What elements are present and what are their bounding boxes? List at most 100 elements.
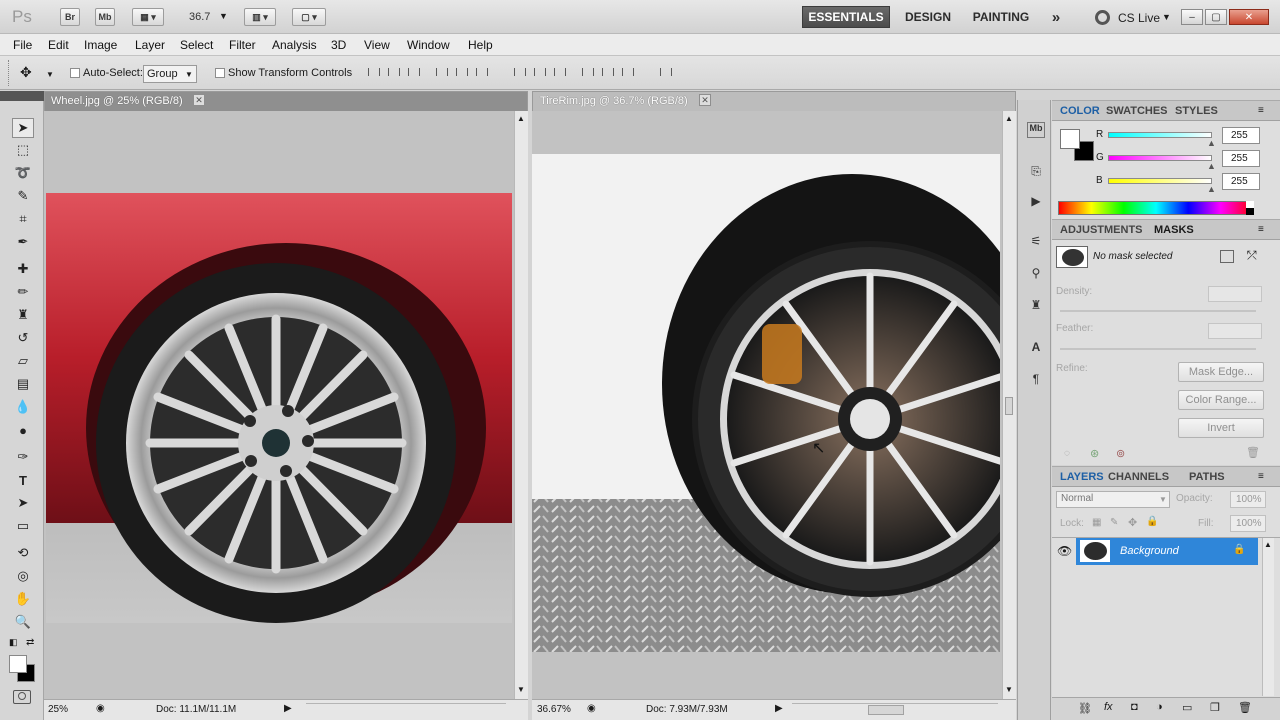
align-left-icon[interactable] [434,65,450,79]
minibridge-panel-icon[interactable]: Mb [1027,122,1045,138]
distribute-left-icon[interactable] [580,65,596,79]
lasso-tool-icon[interactable]: ➰ [12,163,34,183]
more-workspaces-icon[interactable]: » [1044,6,1068,28]
shape-tool-icon[interactable]: ▭ [12,516,34,536]
ramp-white[interactable] [1246,201,1254,208]
channel-b-slider[interactable] [1108,178,1212,184]
slider-handle-icon[interactable]: ▲ [1207,161,1216,171]
density-field[interactable] [1208,286,1262,302]
menu-edit[interactable]: Edit [48,38,69,52]
panel-menu-icon[interactable]: ≡ [1258,224,1264,235]
pen-tool-icon[interactable]: ✑ [12,447,34,467]
channel-g-value[interactable]: 255 [1222,150,1260,167]
align-hcenter-icon[interactable] [454,65,470,79]
tab-layers[interactable]: LAYERS [1060,471,1104,483]
character-panel-icon[interactable]: A [1027,340,1045,356]
blur-tool-icon[interactable]: 💧 [12,397,34,417]
bridge-button[interactable]: Br [60,8,80,26]
opacity-field[interactable]: 100% [1230,491,1266,508]
wheel-zoom-field[interactable]: 25% [48,704,68,715]
tab-adjustments[interactable]: ADJUSTMENTS [1060,224,1143,236]
zoom-dropdown-icon[interactable]: ▼ [219,11,228,21]
scroll-up-icon[interactable]: ▲ [1264,540,1272,549]
lock-all-icon[interactable]: 🔒 [1146,516,1158,527]
distribute-vcenter-icon[interactable] [532,65,548,79]
tirerim-horizontal-scrollbar[interactable] [792,703,998,717]
hand-tool-icon[interactable]: ✋ [12,589,34,609]
new-group-icon[interactable]: ▭ [1182,701,1192,714]
scroll-thumb[interactable] [1005,397,1013,415]
foreground-color-swatch[interactable] [9,655,27,673]
menu-help[interactable]: Help [468,38,493,52]
zoom-level[interactable]: 36.7 [189,11,210,23]
distribute-right-icon[interactable] [620,65,636,79]
align-vcenter-icon[interactable] [386,65,402,79]
status-info-icon[interactable]: ◉ [96,703,105,714]
color-foreground-swatch[interactable] [1060,129,1080,149]
actions-panel-icon[interactable]: ▶ [1027,194,1045,210]
clone-source-panel-icon[interactable]: ♜ [1027,298,1045,314]
minimize-button[interactable]: – [1181,9,1203,25]
close-document-icon[interactable]: ✕ [193,94,205,106]
screen-mode-button[interactable]: ▢ ▾ [292,8,326,26]
menu-image[interactable]: Image [84,38,117,52]
add-mask-icon[interactable]: ◘ [1131,701,1138,713]
workspace-painting[interactable]: PAINTING [965,6,1037,28]
scroll-down-icon[interactable]: ▼ [517,685,525,694]
gradient-tool-icon[interactable]: ▤ [12,374,34,394]
cs-live-icon[interactable] [1095,10,1110,25]
feather-field[interactable] [1208,323,1262,339]
menu-layer[interactable]: Layer [135,38,165,52]
tirerim-zoom-field[interactable]: 36.67% [537,704,571,715]
status-info-icon[interactable]: ◉ [587,703,596,714]
fill-field[interactable]: 100% [1230,515,1266,532]
mask-edge-button[interactable]: Mask Edge... [1178,362,1264,382]
channel-r-slider[interactable] [1108,132,1212,138]
close-document-icon[interactable]: ✕ [699,94,711,106]
tirerim-vertical-scrollbar[interactable]: ▲ ▼ [1002,111,1016,699]
lock-image-icon[interactable]: ✎ [1110,517,1118,528]
blend-mode-dropdown[interactable]: Normal ▼ [1056,491,1170,508]
distribute-bottom-icon[interactable] [552,65,568,79]
layer-visibility-eye-icon[interactable]: 👁 [1057,544,1072,558]
quick-selection-tool-icon[interactable]: ✎ [12,186,34,206]
tab-swatches[interactable]: SWATCHES [1106,105,1168,117]
channel-g-slider[interactable] [1108,155,1212,161]
layer-style-icon[interactable]: fx [1104,701,1113,713]
vector-mask-icon[interactable]: ⤱ [1247,248,1257,263]
density-slider[interactable] [1060,310,1256,312]
clone-stamp-tool-icon[interactable]: ♜ [12,305,34,325]
menu-filter[interactable]: Filter [229,38,256,52]
eraser-tool-icon[interactable]: ▱ [12,351,34,371]
layers-scrollbar[interactable]: ▲ [1262,538,1274,696]
menu-file[interactable]: File [13,38,32,52]
menu-analysis[interactable]: Analysis [272,38,317,52]
channel-b-value[interactable]: 255 [1222,173,1260,190]
color-spectrum-ramp[interactable] [1058,201,1254,215]
link-layers-icon[interactable]: ⛓ [1078,702,1092,715]
show-transform-checkbox[interactable] [215,68,225,78]
auto-align-layers-icon[interactable] [658,65,674,79]
crop-tool-icon[interactable]: ⌗ [12,209,34,229]
cs-live-label[interactable]: CS Live [1118,11,1160,25]
delete-layer-icon[interactable]: 🗑 [1238,701,1252,714]
slider-handle-icon[interactable]: ▲ [1207,184,1216,194]
scroll-down-icon[interactable]: ▼ [1005,685,1013,694]
lock-transparent-icon[interactable]: ▦ [1092,517,1101,528]
tab-color[interactable]: COLOR [1060,105,1100,117]
menu-view[interactable]: View [364,38,390,52]
paragraph-panel-icon[interactable]: ¶ [1027,372,1045,388]
cs-live-dropdown-icon[interactable]: ▼ [1162,12,1171,22]
3d-orbit-tool-icon[interactable]: ◎ [12,566,34,586]
tab-masks[interactable]: MASKS [1154,224,1194,236]
feather-slider[interactable] [1060,348,1256,350]
move-tool-preset-icon[interactable]: ✥ [20,64,32,81]
invert-button[interactable]: Invert [1178,418,1264,438]
align-top-icon[interactable] [366,65,382,79]
scroll-thumb[interactable] [868,705,904,715]
spot-healing-tool-icon[interactable]: ✚ [12,259,34,279]
load-selection-icon[interactable]: ◌ [1064,448,1070,459]
tab-paths[interactable]: PATHS [1189,471,1225,483]
history-panel-icon[interactable]: ⎘ [1027,164,1045,180]
eyedropper-tool-icon[interactable]: ✒ [12,232,34,252]
